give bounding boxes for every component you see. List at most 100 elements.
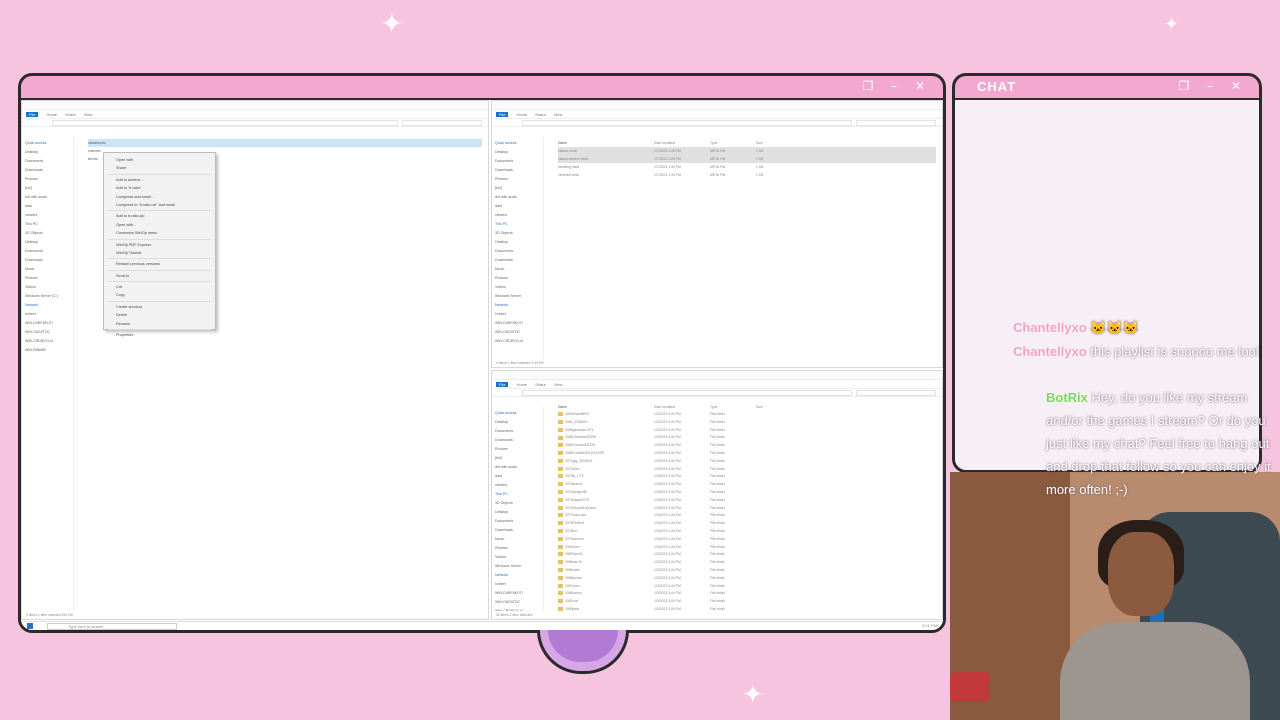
- ribbon-tab-home[interactable]: Home: [516, 112, 527, 117]
- nav-item[interactable]: [full]: [495, 184, 540, 193]
- folder-row[interactable]: 1800sSandBRC 1/3/2023 3:44 PM File folder: [558, 411, 936, 419]
- folder-row[interactable]: 1980chev 1/3/2023 3:44 PM File folder: [558, 544, 936, 552]
- nav-item[interactable]: Windows Server: [495, 562, 540, 571]
- ribbon-tab-home[interactable]: Home: [516, 382, 527, 387]
- nav-item[interactable]: [full]: [495, 454, 540, 463]
- nav-item[interactable]: dirt with audio: [25, 193, 70, 202]
- nav-item[interactable]: Videos: [495, 553, 540, 562]
- minimize-icon[interactable]: –: [885, 78, 903, 94]
- nav-item[interactable]: dirt with audio: [495, 193, 540, 202]
- column-name[interactable]: Name: [558, 139, 648, 147]
- nav-item[interactable]: Music: [495, 535, 540, 544]
- context-menu-item[interactable]: Delete: [104, 311, 215, 319]
- folder-row[interactable]: 1973el_CTZ 1/3/2023 3:44 PM File folder: [558, 473, 936, 481]
- window-titlebar[interactable]: [22, 101, 488, 110]
- ribbon-tab-home[interactable]: Home: [46, 112, 57, 117]
- nav-item[interactable]: Videos: [495, 283, 540, 292]
- folder-row[interactable]: 1987chev 1/3/2023 3:44 PM File folder: [558, 583, 936, 591]
- folder-row[interactable]: 1964_ZEN60G 1/3/2023 3:44 PM File folder: [558, 419, 936, 427]
- nav-item[interactable]: WIN-O6G9TDC: [25, 328, 70, 337]
- nav-item[interactable]: 3D Objects: [495, 499, 540, 508]
- nav-item[interactable]: Videos: [25, 283, 70, 292]
- nav-item[interactable]: WIN-O6G9TDC: [495, 598, 540, 607]
- nav-item[interactable]: This PC: [495, 490, 540, 499]
- search-box[interactable]: [856, 119, 936, 126]
- nav-item[interactable]: 3D Objects: [495, 229, 540, 238]
- nav-item[interactable]: 3D Objects: [25, 229, 70, 238]
- nav-item[interactable]: Pictures: [495, 544, 540, 553]
- nav-item[interactable]: Downloads: [495, 166, 540, 175]
- folder-row[interactable]: 1977trans-am 1/3/2023 3:44 PM File folder: [558, 512, 936, 520]
- nav-item[interactable]: Documents: [495, 517, 540, 526]
- address-bar[interactable]: [522, 389, 852, 396]
- nav-item[interactable]: data: [495, 202, 540, 211]
- nav-item[interactable]: Quick access: [495, 409, 540, 418]
- context-menu-item[interactable]: Send to: [104, 272, 215, 280]
- nav-item[interactable]: Desktop: [495, 418, 540, 427]
- nav-item[interactable]: WIN-O6G9TDC: [495, 328, 540, 337]
- clock[interactable]: 3:21 PM: [922, 623, 937, 628]
- nav-item[interactable]: Documents: [495, 157, 540, 166]
- nav-item[interactable]: hvbeet: [495, 580, 540, 589]
- context-menu-item[interactable]: Copy: [104, 291, 215, 299]
- folder-row[interactable]: 1971gtg_ZEN60G 1/3/2023 3:44 PM File folde…: [558, 458, 936, 466]
- nav-item[interactable]: WIN-D4RF8KUTI: [25, 319, 70, 328]
- nav-item[interactable]: hvbeet: [495, 310, 540, 319]
- ribbon-tab-file[interactable]: File: [496, 111, 509, 117]
- nav-item[interactable]: Downloads: [495, 436, 540, 445]
- folder-row[interactable]: 1966ChevelleSS396 1/3/2023 3:44 PM File fo…: [558, 434, 936, 442]
- nav-item[interactable]: Desktop: [495, 508, 540, 517]
- context-menu-item[interactable]: Properties: [104, 331, 215, 339]
- context-menu-item[interactable]: Open with: [104, 156, 215, 164]
- nav-item[interactable]: Pictures: [495, 175, 540, 184]
- nav-item[interactable]: Network: [25, 301, 70, 310]
- nav-item[interactable]: Documents: [495, 247, 540, 256]
- file-row[interactable]: handling.meta 1/7/2023 1:34 PM META File 1 …: [558, 163, 936, 171]
- nav-item[interactable]: Windows Server: [495, 292, 540, 301]
- column-date[interactable]: Date modified: [654, 139, 704, 147]
- folder-row[interactable]: 1978fox 1/3/2023 3:44 PM File folder: [558, 528, 936, 536]
- context-menu-item[interactable]: Restore previous versions: [104, 260, 215, 268]
- nav-item[interactable]: [full]: [25, 184, 70, 193]
- nav-item[interactable]: Pictures: [25, 175, 70, 184]
- close-icon[interactable]: ✕: [1227, 78, 1245, 94]
- search-box[interactable]: [856, 389, 936, 396]
- nav-item[interactable]: Desktop: [495, 148, 540, 157]
- nav-item[interactable]: Downloads: [25, 256, 70, 265]
- column-date[interactable]: Date modified: [654, 403, 704, 411]
- restore-icon[interactable]: ❐: [859, 78, 877, 94]
- ribbon-tab-view[interactable]: View: [84, 112, 93, 117]
- ribbon-tab-file[interactable]: File: [496, 381, 509, 387]
- nav-item[interactable]: Music: [495, 265, 540, 274]
- folder-row[interactable]: 1965gasserkc1971 1/3/2023 3:44 PM File fol…: [558, 427, 936, 435]
- address-bar[interactable]: [522, 119, 852, 126]
- column-size[interactable]: Size: [756, 403, 776, 411]
- restore-icon[interactable]: ❐: [1175, 78, 1193, 94]
- context-menu-item[interactable]: Open with...: [104, 221, 215, 229]
- nav-item[interactable]: Downloads: [495, 256, 540, 265]
- nav-item[interactable]: This PC: [495, 220, 540, 229]
- context-menu-item[interactable]: Customize WinZip menu: [104, 229, 215, 237]
- file-row[interactable]: vehicles.meta 1/7/2023 1:33 PM META File 1 …: [558, 171, 936, 179]
- folder-row[interactable]: 1979camero 1/3/2023 3:44 PM File folder: [558, 536, 936, 544]
- nav-item[interactable]: Downloads: [25, 166, 70, 175]
- windows-start-icon[interactable]: [27, 623, 33, 629]
- nav-item[interactable]: Windows Server (C:): [25, 292, 70, 301]
- folder-row[interactable]: 1984ram7k 1/3/2023 3:44 PM File folder: [558, 559, 936, 567]
- folder-row[interactable]: 1974BassoGTR 1/3/2023 3:44 PM File folder: [558, 497, 936, 505]
- nav-item[interactable]: WIN-D4RF8KUTI: [495, 319, 540, 328]
- folder-row[interactable]: 1986hunter 1/3/2023 3:44 PM File folder: [558, 575, 936, 583]
- nav-item[interactable]: hvbeet: [25, 310, 70, 319]
- folder-row[interactable]: 1972chev 1/3/2023 3:44 PM File folder: [558, 466, 936, 474]
- folder-row[interactable]: 1978Firebird 1/3/2023 3:44 PM File folder: [558, 520, 936, 528]
- context-menu-item[interactable]: Share: [104, 164, 215, 172]
- address-bar[interactable]: [52, 119, 398, 126]
- column-type[interactable]: Type: [710, 139, 750, 147]
- context-menu-item[interactable]: Add to tr.ratio.zip: [104, 212, 215, 220]
- taskbar-search[interactable]: Type here to search: [47, 623, 177, 630]
- folder-row[interactable]: 1985vette 1/3/2023 3:44 PM File folder: [558, 567, 936, 575]
- window-titlebar[interactable]: [492, 101, 942, 110]
- nav-item[interactable]: This PC: [25, 220, 70, 229]
- nav-item[interactable]: Network: [495, 571, 540, 580]
- nav-item[interactable]: data: [495, 472, 540, 481]
